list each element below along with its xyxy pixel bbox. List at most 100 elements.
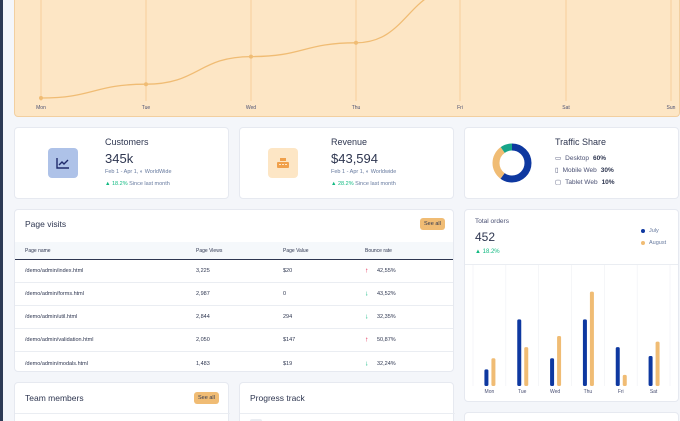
bar-july <box>484 369 489 386</box>
globe-icon: ◐ <box>365 169 370 175</box>
bar-july <box>550 358 555 386</box>
revenue-period-text: Feb 1 - Apr 1, <box>331 169 365 175</box>
customers-period-text: Feb 1 - Apr 1, <box>105 169 139 175</box>
team-members-see-all-button[interactable]: See all <box>194 392 219 404</box>
legend-august: August <box>641 240 666 246</box>
traffic-value: 60% <box>593 154 607 162</box>
sidebar-edge <box>0 0 3 421</box>
page-views: 3,225 <box>196 268 210 274</box>
bounce-rate: 32,24% <box>377 360 396 367</box>
customers-period: Feb 1 - Apr 1, ◐ WorldWide <box>105 169 172 175</box>
x-tick-label: Wed <box>246 105 256 111</box>
traffic-value: 30% <box>600 166 614 174</box>
x-tick-label: Mon <box>485 389 495 395</box>
chart-line-icon <box>48 148 78 178</box>
page-views: 1,483 <box>196 360 210 367</box>
cash-register-icon <box>268 148 298 178</box>
page-value: $19 <box>283 360 293 367</box>
table-header: Page name Page Views Page Value Bounce r… <box>15 242 453 260</box>
mobile-icon: ▯ <box>555 167 559 174</box>
x-tick-label: Tue <box>518 389 527 395</box>
legend-label: July <box>649 228 659 234</box>
customers-region: WorldWide <box>144 169 172 175</box>
x-tick-label: Sun <box>667 105 676 111</box>
page-views: 2,987 <box>196 291 210 297</box>
sales-point <box>249 54 253 59</box>
bar-july <box>517 319 522 386</box>
progress-track-title: Progress track <box>250 393 305 403</box>
tablet-icon: ▢ <box>555 179 562 186</box>
x-tick-label: Wed <box>550 389 560 395</box>
revenue-card: Revenue $43,594 Feb 1 - Apr 1, ◐ Worldwi… <box>239 127 454 199</box>
bar-july <box>615 347 620 386</box>
sales-point <box>39 96 43 100</box>
progress-track-card: Progress track <box>239 382 455 421</box>
column-header: Page Views <box>196 247 223 254</box>
arrow-up-icon: ↑ <box>365 267 369 275</box>
desktop-icon: ▭ <box>555 155 562 162</box>
page-visits-see-all-button[interactable]: See all <box>420 218 445 230</box>
traffic-label: Desktop <box>565 154 590 162</box>
total-orders-value: 452 <box>475 230 496 244</box>
page-views: 2,050 <box>196 337 210 343</box>
page-visits-title: Page visits <box>25 219 67 229</box>
bar-august <box>557 336 562 386</box>
table-row: /demo/admin/validation.html 2,050 $147 ↑… <box>15 329 453 352</box>
page-visits-card: Page visits See all Page name Page Views… <box>14 209 454 372</box>
traffic-share-title: Traffic Share <box>555 137 607 147</box>
orders-bar-chart: Mon Tue Wed Thu Fri Sat <box>472 265 671 395</box>
page-name: /demo/admin/modals.html <box>25 360 88 367</box>
bar-august <box>491 358 496 386</box>
bar-august <box>622 374 627 386</box>
bounce-rate: 50,87% <box>377 337 396 343</box>
customers-value: 345k <box>105 151 134 166</box>
page-value: 0 <box>283 291 287 297</box>
customers-change-note: Since last month <box>129 181 170 187</box>
table-row: /demo/admin/modals.html 1,483 $19 ↓ 32,2… <box>15 352 453 371</box>
total-orders-card: Total orders 452 ▲ 18.2% July August Mon… <box>464 209 679 402</box>
total-orders-change: ▲ 18.2% <box>475 249 500 255</box>
table-row: /demo/admin/forms.html 2,987 0 ↓ 43,52% <box>15 283 453 306</box>
customers-card: Customers 345k Feb 1 - Apr 1, ◐ WorldWid… <box>14 127 229 199</box>
team-members-title: Team members <box>25 393 84 403</box>
bar-july <box>648 356 653 386</box>
legend-dot <box>641 241 645 245</box>
legend-dot <box>641 229 645 233</box>
table-row: /demo/admin/util.html 2,844 294 ↓ 32,35% <box>15 306 453 329</box>
customers-change-value: 18.2% <box>111 181 128 187</box>
divider <box>15 413 230 414</box>
column-header: Page name <box>25 247 51 254</box>
traffic-item-tablet: ▢ Tablet Web 10% <box>555 178 615 187</box>
globe-icon: ◐ <box>139 169 144 175</box>
bounce-rate: 42,55% <box>377 268 396 274</box>
arrow-down-icon: ↓ <box>365 313 369 321</box>
traffic-value: 10% <box>601 178 615 186</box>
arrow-up-icon: ▲ <box>475 249 481 255</box>
page-value: $147 <box>283 337 296 343</box>
revenue-region: Worldwide <box>370 169 397 175</box>
traffic-label: Mobile Web <box>562 166 597 174</box>
traffic-share-card: Traffic Share ▭ Desktop 60% ▯ Mobile Web… <box>464 127 679 199</box>
x-tick-label: Fri <box>618 389 624 395</box>
bar-august <box>524 347 529 386</box>
team-members-card: Team members See all <box>14 382 230 421</box>
bounce-rate: 32,35% <box>377 314 396 320</box>
revenue-change: ▲ 28.2% Since last month <box>331 181 396 187</box>
customers-change: ▲ 18.2% Since last month <box>105 181 170 187</box>
page-value: 294 <box>283 314 293 320</box>
traffic-donut-chart <box>492 143 532 183</box>
sales-line-chart-svg: Mon Tue Wed Thu Fri Sat Sun <box>36 0 676 111</box>
revenue-title: Revenue <box>331 137 368 147</box>
divider <box>240 413 455 414</box>
arrow-down-icon: ↓ <box>365 290 369 298</box>
page-name: /demo/admin/index.html <box>25 268 84 274</box>
total-orders-title: Total orders <box>475 218 509 225</box>
arrow-up-icon: ↑ <box>365 336 369 344</box>
x-tick-label: Sat <box>650 389 658 395</box>
x-tick-label: Thu <box>584 389 593 395</box>
arrow-up-icon: ▲ <box>105 181 111 187</box>
x-tick-label: Thu <box>352 105 361 111</box>
page-value: $20 <box>283 268 293 274</box>
page-name: /demo/admin/validation.html <box>25 337 94 343</box>
sales-point <box>354 40 358 45</box>
